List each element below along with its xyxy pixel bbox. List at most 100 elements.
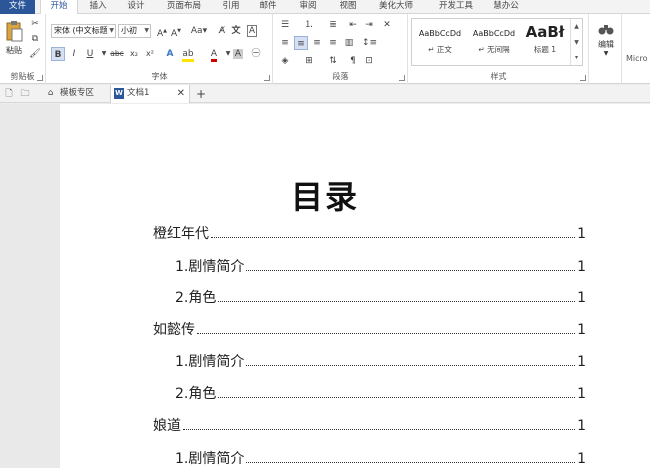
italic-button[interactable]: I — [67, 47, 81, 61]
distribute-icon[interactable]: ▥ — [342, 36, 356, 50]
close-icon[interactable]: ✕ — [177, 85, 185, 102]
toc-page-number: 1 — [577, 354, 586, 370]
chevron-down-icon: ▼ — [144, 27, 149, 34]
paragraph-group: ☰ ⒈ ≣ ⇤ ⇥ ✕ ≡ ≡ ≡ ≡ ▥ ↕≡ ◈ ⊞ ⇅ ¶ ⊡ 段落 — [274, 14, 408, 84]
tab-home[interactable]: 开始 — [40, 0, 78, 15]
word-doc-icon: W — [114, 88, 124, 99]
paragraph-launcher-icon[interactable] — [399, 75, 405, 81]
toc-entry[interactable]: 2.角色 1 — [175, 383, 586, 405]
ribbon-tab-bar: 文件 开始 插入 设计 页面布局 引用 邮件 审阅 视图 美化大师 开发工具 慧… — [0, 0, 650, 15]
borders-icon[interactable]: ⊞ — [302, 54, 316, 68]
char-border-icon[interactable]: A — [245, 24, 259, 38]
style-name: ↵ 正文 — [428, 45, 452, 54]
toc-entry[interactable]: 2.角色 1 — [175, 287, 586, 309]
font-name-combo[interactable]: 宋体 (中文标题 ▼ — [51, 24, 116, 38]
toc-leader-dots — [197, 333, 576, 334]
editing-button[interactable]: 编辑 ▼ — [596, 22, 616, 57]
clipboard-launcher-icon[interactable] — [37, 75, 43, 81]
decrease-indent-icon[interactable]: ⇤ — [346, 18, 360, 32]
style-normal[interactable]: AaBbCcDd ↵ 正文 — [414, 21, 466, 63]
styles-more-icon[interactable]: ▾ — [570, 51, 582, 65]
strikethrough-button[interactable]: abc — [109, 47, 125, 61]
shrink-font-icon[interactable]: A▼ — [169, 24, 183, 39]
highlight-icon[interactable]: ab — [181, 47, 195, 62]
char-shading-icon[interactable]: A — [231, 47, 245, 61]
align-left-icon[interactable]: ≡ — [278, 36, 292, 50]
styles-gallery: AaBbCcDd ↵ 正文 AaBbCcDd ↵ 无间隔 AaBł 标题 1 ▲… — [411, 18, 583, 66]
align-center-icon[interactable]: ≡ — [294, 36, 308, 50]
toc-entry[interactable]: 1.剧情简介 1 — [175, 351, 586, 373]
word-window: 文件 开始 插入 设计 页面布局 引用 邮件 审阅 视图 美化大师 开发工具 慧… — [0, 0, 650, 468]
toc-entry[interactable]: 如懿传 1 — [153, 319, 586, 341]
style-no-spacing[interactable]: AaBbCcDd ↵ 无间隔 — [468, 21, 520, 63]
styles-scroll-down-icon[interactable]: ▼ — [570, 35, 582, 51]
shading-icon[interactable]: ◈ — [278, 54, 292, 68]
add-tab-icon[interactable]: + — [194, 87, 208, 101]
toc-leader-dots — [246, 270, 576, 271]
styles-group-label: 样式 — [490, 72, 507, 81]
toc-entry-text: 如懿传 — [153, 322, 195, 338]
change-case-icon[interactable]: Aa▾ — [189, 24, 209, 38]
tab-references[interactable]: 引用 — [215, 0, 247, 14]
style-heading-1[interactable]: AaBł 标题 1 — [520, 21, 570, 63]
toc-entry[interactable]: 橙红年代 1 — [153, 223, 586, 245]
align-right-icon[interactable]: ≡ — [310, 36, 324, 50]
toc-entry[interactable]: 娘道 1 — [153, 415, 586, 437]
styles-launcher-icon[interactable] — [580, 75, 586, 81]
text-effects-icon[interactable]: A — [163, 47, 177, 61]
toc-page-number: 1 — [577, 322, 586, 338]
style-preview: AaBbCcDd — [418, 29, 462, 38]
show-marks-icon[interactable]: ¶ — [346, 54, 360, 68]
toc-entry[interactable]: 1.剧情简介 1 — [175, 448, 586, 468]
cut-icon[interactable]: ✂ — [28, 17, 42, 31]
document-page[interactable] — [60, 104, 650, 468]
enclose-char-icon[interactable]: ㊀ — [249, 47, 263, 61]
doc-tab-label: 文档1 — [127, 88, 150, 98]
font-size-value: 小初 — [121, 26, 137, 35]
font-color-icon[interactable]: A — [207, 47, 221, 62]
format-painter-icon[interactable]: 🖌 — [28, 47, 42, 61]
multilevel-list-icon[interactable]: ≣ — [326, 18, 340, 32]
copy-icon[interactable]: ⧉ — [28, 32, 42, 46]
asian-typography-icon[interactable]: ⊡ — [362, 54, 376, 68]
clear-formatting-icon[interactable]: A̸ — [215, 24, 229, 38]
microsoft-addin-label[interactable]: Micro — [626, 54, 648, 63]
bullets-icon[interactable]: ☰ — [278, 18, 292, 32]
new-document-icon[interactable]: 🗋 — [2, 87, 16, 101]
toc-entry-text: 2.角色 — [175, 386, 217, 402]
doc-tab-label: 模板专区 — [60, 88, 95, 98]
toc-leader-dots — [218, 397, 576, 398]
open-folder-icon[interactable]: 🗀 — [18, 87, 32, 101]
tab-meihua[interactable]: 美化大师 — [372, 0, 420, 14]
font-size-combo[interactable]: 小初 ▼ — [118, 24, 151, 38]
justify-icon[interactable]: ≡ — [326, 36, 340, 50]
superscript-button[interactable]: x² — [143, 47, 157, 61]
chinese-layout-icon[interactable]: ✕ — [380, 18, 394, 32]
numbering-icon[interactable]: ⒈ — [302, 18, 316, 32]
tab-view[interactable]: 视图 — [332, 0, 364, 14]
subscript-button[interactable]: x₂ — [127, 47, 141, 61]
tab-huibangong[interactable]: 慧办公 — [488, 0, 524, 14]
sort-icon[interactable]: ⇅ — [326, 54, 340, 68]
line-spacing-icon[interactable]: ↕≡ — [362, 36, 377, 50]
document-tab-strip: 🗋 🗀 ⌂ 模板专区 W 文档1 ✕ + — [0, 85, 650, 103]
toc-entry[interactable]: 1.剧情简介 1 — [175, 256, 586, 278]
tab-layout[interactable]: 页面布局 — [160, 0, 208, 14]
tab-developer[interactable]: 开发工具 — [432, 0, 480, 14]
font-launcher-icon[interactable] — [264, 75, 270, 81]
styles-scroll-up-icon[interactable]: ▲ — [570, 19, 582, 35]
tab-insert[interactable]: 插入 — [82, 0, 114, 14]
phonetic-guide-icon[interactable]: 文 — [229, 24, 243, 38]
paste-button[interactable]: 粘贴 — [4, 20, 24, 60]
increase-indent-icon[interactable]: ⇥ — [362, 18, 376, 32]
doc-tab-templates[interactable]: ⌂ 模板专区 — [44, 85, 108, 103]
tab-file[interactable]: 文件 — [0, 0, 35, 14]
doc-tab-document1[interactable]: W 文档1 ✕ — [110, 85, 190, 103]
editing-label: 编辑 — [598, 40, 614, 49]
grow-font-icon[interactable]: A▲ — [155, 24, 169, 39]
tab-mailings[interactable]: 邮件 — [252, 0, 284, 14]
bold-button[interactable]: B — [51, 47, 65, 61]
tab-review[interactable]: 审阅 — [292, 0, 324, 14]
underline-button[interactable]: U — [83, 47, 97, 61]
tab-design[interactable]: 设计 — [120, 0, 152, 14]
